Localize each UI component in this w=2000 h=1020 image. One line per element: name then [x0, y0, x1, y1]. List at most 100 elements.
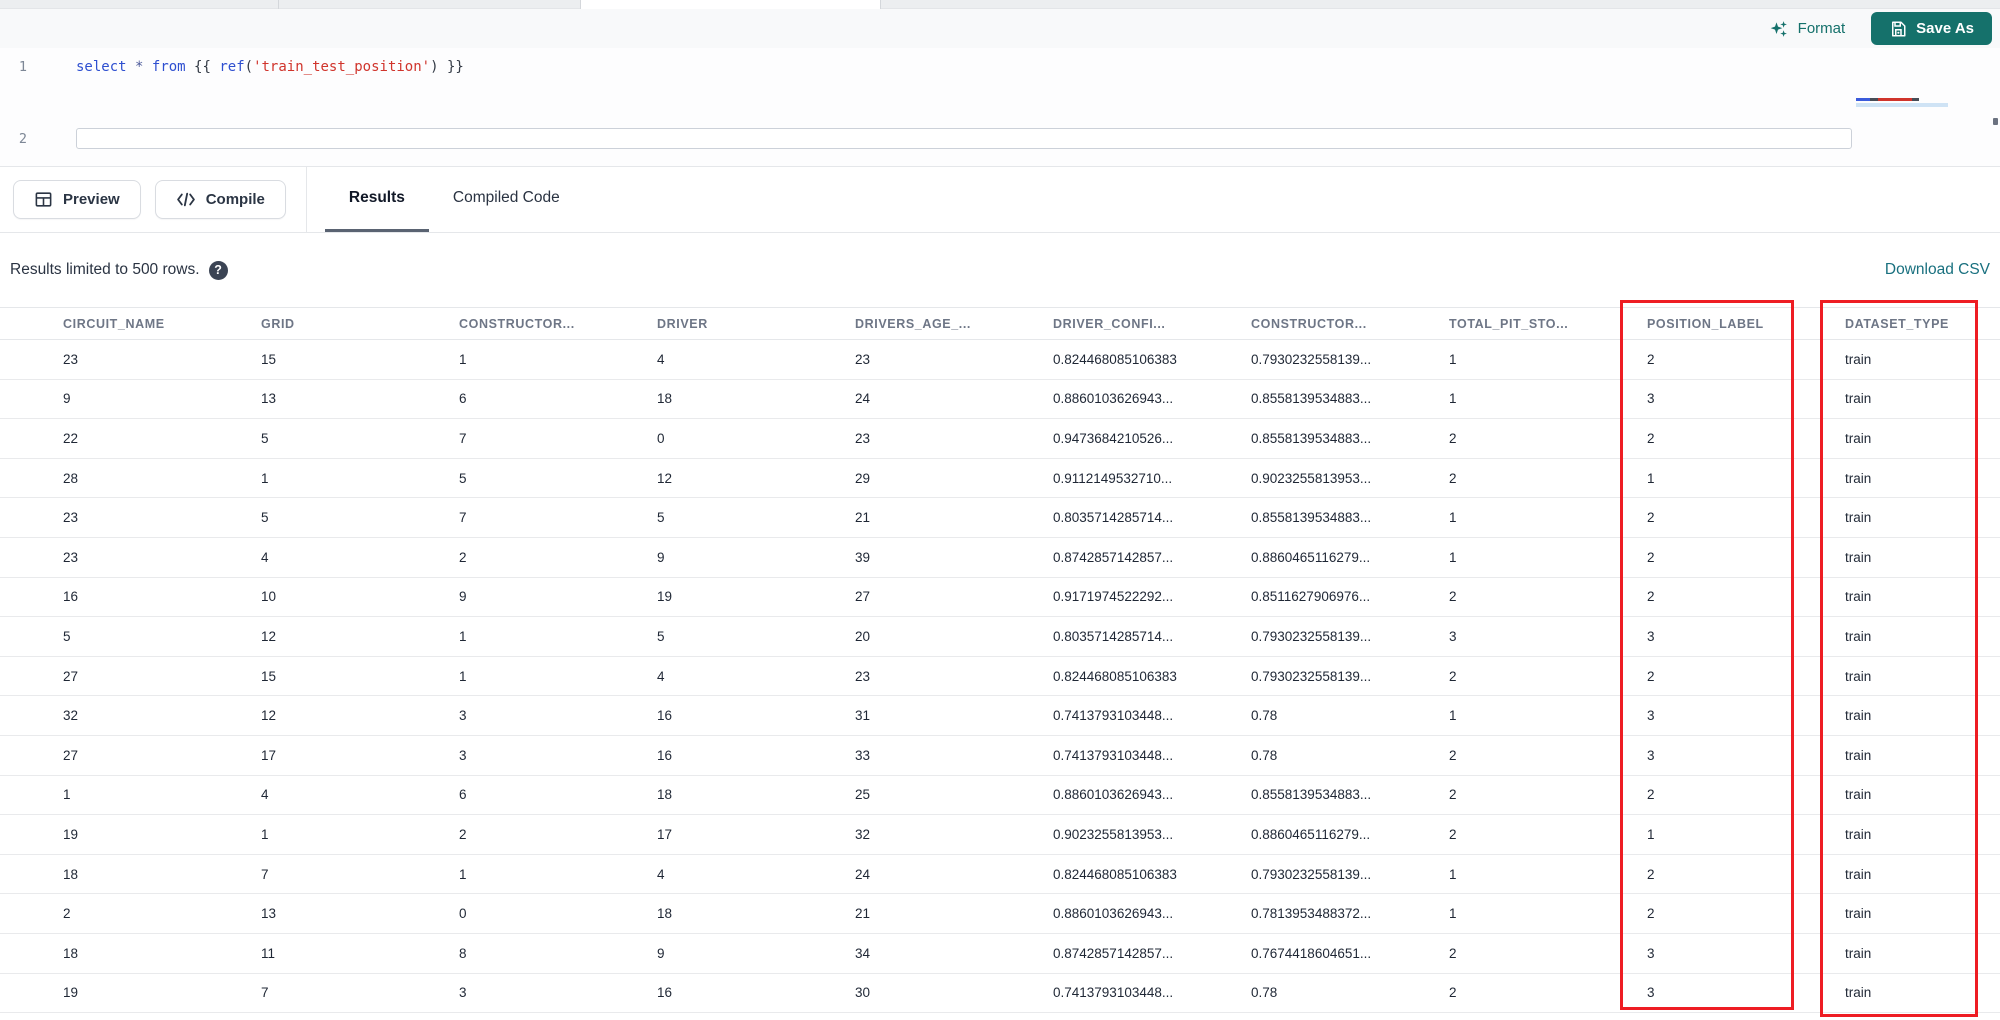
table-cell: 13 [261, 906, 277, 922]
column-header: GRID [261, 316, 295, 331]
table-cell: 12 [261, 708, 277, 724]
results-body: 2 3 1 5 1 4 2 3 0.824468085106383 0.7930232558139… [0, 340, 2000, 1014]
table-cell: 2 [1647, 351, 1655, 367]
table-cell: 0.9473684210526... [1053, 430, 1174, 446]
editor-scrollbar-thumb[interactable] [1993, 118, 1998, 125]
table-cell: 1 [1449, 866, 1457, 882]
table-row: 1 4 6 18 25 0.8860103626943... 0.8558139534883… [0, 776, 2000, 816]
results-tabs: Results Compiled Code [324, 167, 584, 232]
table-cell: 0.824468085106383 [1053, 351, 1177, 367]
table-cell: 1 [459, 628, 467, 644]
table-cell: 18 [63, 866, 79, 882]
table-cell: 2 [1449, 747, 1457, 763]
table-cell: 0.9171974522292... [1053, 589, 1174, 605]
table-cell: 2 [1449, 430, 1457, 446]
table-cell: 0.8860103626943... [1053, 391, 1174, 407]
format-button[interactable]: Format [1769, 19, 1845, 39]
editor-topbar: Format Save As [0, 9, 2000, 48]
table-cell: 0.8511627906976... [1251, 589, 1371, 605]
table-cell: train [1845, 985, 1872, 1001]
save-as-button[interactable]: Save As [1871, 12, 1992, 45]
table-cell: 0.8860103626943... [1053, 787, 1174, 803]
table-cell: 2 [1647, 589, 1655, 605]
vertical-divider [305, 167, 307, 232]
table-cell: 0.8860465116279... [1251, 549, 1371, 565]
table-cell: 2 [1449, 668, 1457, 684]
table-cell: 11 [261, 945, 276, 961]
results-table: CIRCUIT_NAME GRID CONSTRUCTOR... DRIVER DRIV… [0, 307, 2000, 1020]
column-header: DATASET_TYPE [1845, 316, 1949, 331]
table-cell: train [1845, 470, 1872, 486]
table-cell: 2 [459, 826, 467, 842]
column-header: CIRCUIT_NAME [63, 316, 165, 331]
table-cell: 0.7413793103448... [1053, 747, 1174, 763]
tab-compiled-code[interactable]: Compiled Code [429, 167, 584, 232]
table-row: 32 12 3 16 31 0.7413793103448... 0.78 1 3 train [0, 696, 2000, 736]
table-cell: 3 [1449, 628, 1457, 644]
table-cell: 2 [1449, 945, 1457, 961]
editor-line-2[interactable]: 2 [0, 129, 46, 149]
table-cell: 3 [1647, 391, 1655, 407]
table-cell: 1 [1449, 906, 1457, 922]
table-cell: 18 [657, 787, 673, 803]
table-cell: 0.8558139534883... [1251, 510, 1372, 526]
table-row: 23 4 2 9 39 0.8742857142857... 0.8860465116279… [0, 538, 2000, 578]
editor-line-1[interactable]: 1 select * from {{ ref('train_test_posit… [0, 57, 464, 77]
minimap-code-line [1856, 98, 1998, 101]
table-cell: 16 [657, 747, 673, 763]
table-cell: 32 [63, 708, 79, 724]
table-cell: 5 [657, 510, 665, 526]
table-cell: 0.9112149532710... [1053, 470, 1173, 486]
download-csv-link[interactable]: Download CSV [1885, 261, 1990, 279]
table-cell: 7 [261, 985, 269, 1001]
tab-results[interactable]: Results [324, 167, 429, 232]
table-cell: 1 [1449, 549, 1457, 565]
table-cell: 12 [261, 628, 277, 644]
table-cell: 0.78 [1251, 708, 1278, 724]
column-header: DRIVER [657, 316, 708, 331]
table-cell: 9 [657, 945, 665, 961]
results-action-bar: Preview Compile Results Compiled Code [0, 166, 2000, 233]
code-minimap[interactable] [1856, 98, 1998, 112]
table-cell: 0.8558139534883... [1251, 787, 1372, 803]
table-cell: train [1845, 747, 1872, 763]
table-cell: 34 [855, 945, 871, 961]
editor-active-line-box[interactable] [76, 128, 1852, 149]
table-cell: 5 [261, 510, 269, 526]
results-header-row: CIRCUIT_NAME GRID CONSTRUCTOR... DRIVER DRIV… [0, 307, 2000, 340]
table-row: 19 7 3 16 30 0.7413793103448... 0.78 2 3 train [0, 974, 2000, 1014]
table-cell: 27 [63, 668, 79, 684]
table-cell: 1 [1449, 708, 1457, 724]
table-cell: 7 [261, 866, 269, 882]
code-icon [176, 190, 196, 209]
table-cell: 19 [63, 985, 79, 1001]
table-cell: 18 [63, 945, 79, 961]
help-icon[interactable]: ? [208, 260, 228, 280]
table-cell: 2 [1449, 787, 1457, 803]
preview-button[interactable]: Preview [13, 180, 141, 219]
table-cell: 17 [657, 826, 673, 842]
table-cell: train [1845, 945, 1872, 961]
dbt-ide-page: Format Save As 1 select * from {{ ref('t… [0, 0, 2000, 1020]
table-cell: 1 [1449, 510, 1457, 526]
table-cell: 0.9023255813953... [1053, 826, 1174, 842]
table-cell: 0.7930232558139... [1251, 351, 1372, 367]
table-cell: 5 [459, 470, 467, 486]
table-cell: 0.8742857142857... [1053, 945, 1174, 961]
table-row: 18 7 1 4 24 0.824468085106383 0.7930232558139.… [0, 855, 2000, 895]
column-header: CONSTRUCTOR... [1251, 316, 1367, 331]
sql-editor[interactable]: 1 select * from {{ ref('train_test_posit… [0, 48, 2000, 166]
table-cell: 32 [855, 826, 871, 842]
table-cell: 19 [63, 826, 79, 842]
table-cell: train [1845, 906, 1872, 922]
table-cell: 12 [657, 470, 673, 486]
table-cell: 0.8558139534883... [1251, 430, 1372, 446]
compile-button[interactable]: Compile [154, 180, 286, 219]
table-cell: 4 [657, 351, 665, 367]
table-cell: 0.8035714285714... [1053, 510, 1174, 526]
table-cell: 13 [261, 391, 277, 407]
table-cell: train [1845, 668, 1872, 684]
table-grid-icon [34, 190, 53, 209]
table-cell: 2 [1647, 668, 1655, 684]
table-cell: 27 [855, 589, 871, 605]
